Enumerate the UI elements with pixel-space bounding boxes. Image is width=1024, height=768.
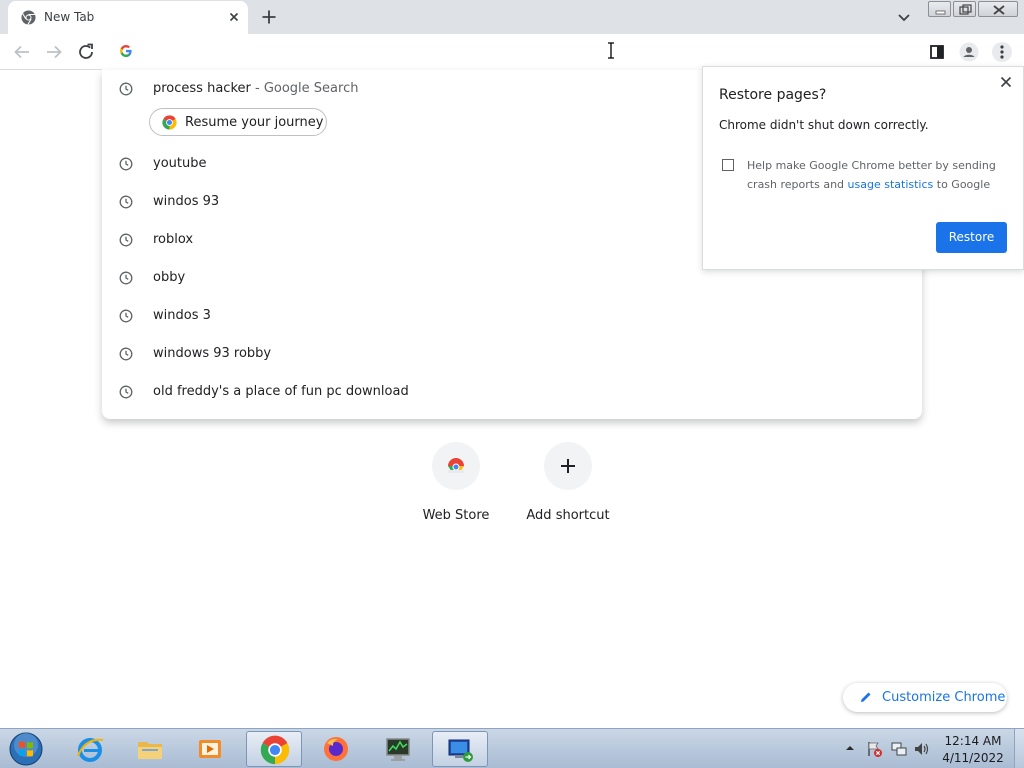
shortcut-label: Add shortcut [526,508,610,523]
customize-chrome-button[interactable]: Customize Chrome [843,683,1007,712]
suggestion-text: old freddy's a place of fun pc download [153,384,409,399]
tab-search-chevron-down-icon[interactable] [895,8,913,26]
restore-window-button[interactable] [953,1,976,17]
clock-icon [119,195,133,209]
side-panel-icon[interactable] [926,41,948,63]
restore-pages-bubble: Restore pages? Chrome didn't shut down c… [702,66,1024,270]
chrome-logo-icon [162,115,177,130]
media-player-icon [199,740,221,758]
add-shortcut-tile [544,442,592,490]
clock-icon [119,347,133,361]
back-arrow-icon[interactable] [10,40,34,64]
text-cursor-icon [608,42,614,59]
tab-strip: New Tab [0,0,1024,34]
shortcut-web-store[interactable]: Web Store [406,442,506,532]
clock-icon [119,82,133,96]
clock-icon [119,309,133,323]
web-store-tile [432,442,480,490]
taskbar-date[interactable]: 4/11/2022 [938,751,1008,765]
shortcut-label: Web Store [422,508,490,523]
suggestion-text: obby [153,270,186,285]
clock-icon [119,157,133,171]
web-store-icon [448,458,464,473]
plus-icon [561,459,575,473]
forward-arrow-icon[interactable] [42,40,66,64]
close-icon[interactable] [999,75,1013,89]
show-desktop-button[interactable] [1014,729,1024,768]
firefox-icon [324,737,348,761]
suggestion-row[interactable]: old freddy's a place of fun pc download [102,373,922,411]
tab-title: New Tab [44,10,95,24]
taskbar-file-explorer[interactable] [122,731,178,767]
crash-report-checkbox[interactable] [722,159,734,171]
start-button-icon[interactable] [6,731,46,767]
restore-message: Chrome didn't shut down correctly. [719,118,929,132]
internet-explorer-icon [77,738,104,762]
reload-icon[interactable] [74,40,98,64]
suggestion-row[interactable]: windows 93 robby [102,335,922,373]
resume-journey-label: Resume your journey [185,115,324,130]
taskbar-media-player[interactable] [182,731,238,767]
usage-statistics-link[interactable]: usage statistics [848,178,934,191]
shortcut-add[interactable]: Add shortcut [518,442,618,532]
suggestion-text: windows 93 robby [153,346,272,361]
clock-icon [119,385,133,399]
taskbar-chrome[interactable] [246,731,302,767]
profile-avatar-icon[interactable] [958,41,980,63]
suggestion-text: windos 3 [153,308,211,323]
google-g-icon [120,45,132,57]
browser-toolbar [0,34,1024,70]
network-icon[interactable] [890,740,908,758]
chrome-favicon-icon [21,10,36,25]
suggestion-text: windos 93 [153,194,220,209]
suggestion-text: process hacker [153,81,251,96]
action-center-flag-icon[interactable] [865,740,883,758]
kebab-menu-icon[interactable] [991,41,1013,63]
restore-button[interactable]: Restore [936,222,1007,253]
taskbar-time[interactable]: 12:14 AM [938,734,1008,748]
taskbar-task-manager[interactable] [370,731,426,767]
taskbar-remote-desktop[interactable] [432,731,488,767]
pencil-icon [861,692,871,702]
task-manager-icon [386,738,410,761]
customize-label: Customize Chrome [882,690,1006,705]
taskbar-firefox[interactable] [308,731,364,767]
taskbar-internet-explorer[interactable] [62,731,118,767]
show-hidden-icons-icon[interactable] [845,743,855,753]
suggestion-row[interactable]: windos 3 [102,297,922,335]
remote-desktop-icon [448,739,473,762]
address-input[interactable] [146,40,846,64]
new-tab-plus-icon[interactable] [258,6,280,28]
suggestion-suffix: - Google Search [250,81,359,96]
clock-icon [119,271,133,285]
tab-new-tab[interactable]: New Tab [8,1,248,34]
suggestion-text: youtube [153,156,207,171]
omnibox[interactable] [102,34,922,70]
help-text-end: to Google [933,178,991,191]
clock-icon [119,233,133,247]
chrome-icon [260,735,290,765]
close-tab-icon[interactable] [226,9,242,25]
resume-journey-button[interactable]: Resume your journey [149,108,327,136]
taskbar: 12:14 AM 4/11/2022 [0,728,1024,768]
volume-icon[interactable] [913,740,931,758]
minimize-button[interactable] [928,1,951,17]
restore-title: Restore pages? [719,87,827,103]
crash-report-label: Help make Google Chrome better by sendin… [747,156,1009,194]
folder-icon [138,742,162,759]
close-window-button[interactable] [978,1,1018,17]
suggestion-text: roblox [153,232,194,247]
